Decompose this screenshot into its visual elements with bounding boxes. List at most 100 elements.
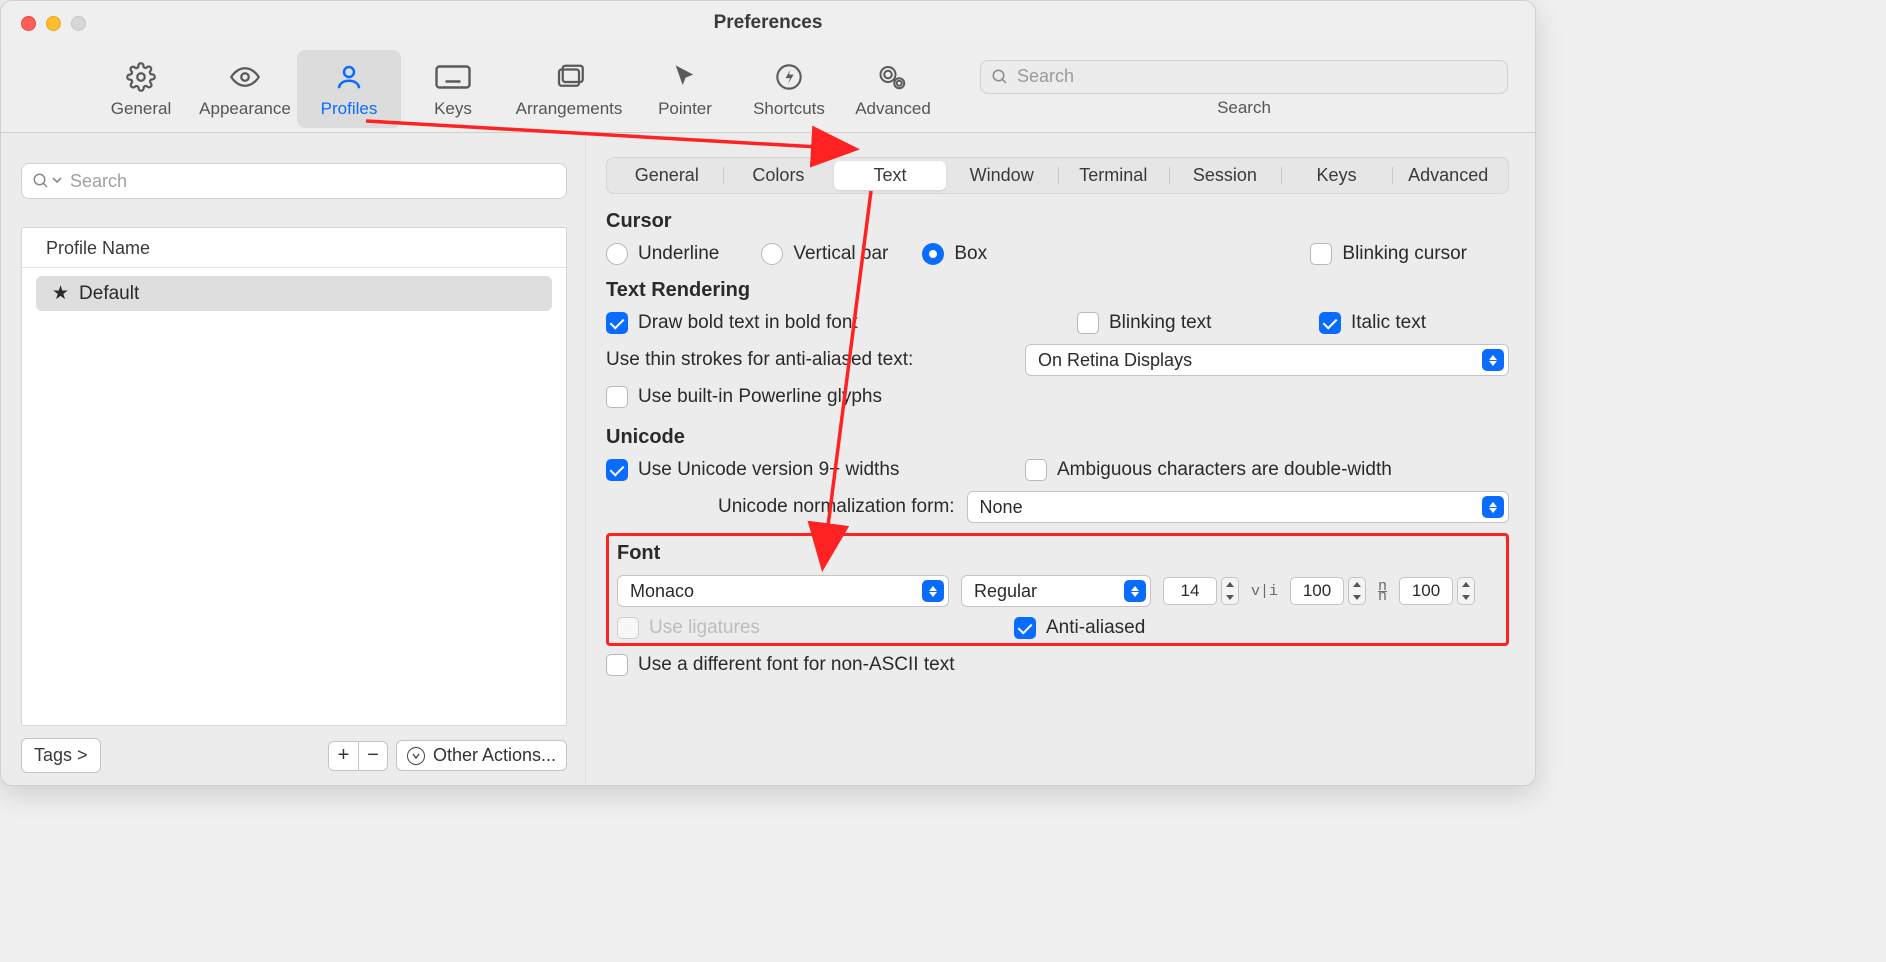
toolbar-appearance-label: Appearance [199,99,291,119]
toolbar-keys-label: Keys [434,99,472,119]
blinking-cursor-option[interactable]: Blinking cursor [1310,243,1467,265]
font-size-stepper[interactable] [1221,577,1239,605]
checkbox-anti-aliased[interactable] [1014,617,1036,639]
cursor-underline-option[interactable]: Underline [606,243,719,265]
eye-icon [228,59,262,95]
tab-terminal[interactable]: Terminal [1058,161,1170,190]
toolbar-pointer[interactable]: Pointer [633,50,737,128]
tab-advanced[interactable]: Advanced [1392,161,1504,190]
checkbox-blinking-cursor[interactable] [1310,243,1332,265]
profile-search-field[interactable] [21,163,567,199]
keyboard-icon [435,59,471,95]
label-blinking-text: Blinking text [1109,312,1211,334]
checkbox-non-ascii[interactable] [606,654,628,676]
tab-colors[interactable]: Colors [723,161,835,190]
label-non-ascii: Use a different font for non-ASCII text [638,654,954,676]
label-bold: Draw bold text in bold font [638,312,858,334]
anti-aliased-option[interactable]: Anti-aliased [1014,617,1498,639]
cursor-vertical-option[interactable]: Vertical bar [761,243,888,265]
checkbox-bold[interactable] [606,312,628,334]
section-cursor-title: Cursor [606,210,1509,233]
checkbox-italic[interactable] [1319,312,1341,334]
windows-icon [552,59,586,95]
toolbar-keys[interactable]: Keys [401,50,505,128]
radio-box[interactable] [922,243,944,265]
right-panel: General Colors Text Window Terminal Sess… [585,133,1535,785]
profile-row-default[interactable]: ★ Default [36,276,552,311]
blinking-text-option[interactable]: Blinking text [1077,312,1307,334]
checkbox-powerline[interactable] [606,386,628,408]
tags-button[interactable]: Tags > [21,738,101,773]
toolbar-advanced-label: Advanced [855,99,931,119]
font-size-input[interactable] [1163,577,1217,605]
tab-general[interactable]: General [611,161,723,190]
profile-list: Profile Name ★ Default [21,227,567,726]
toolbar: General Appearance Profiles Keys Arrange… [1,45,1535,133]
tab-session[interactable]: Session [1169,161,1281,190]
bold-font-option[interactable]: Draw bold text in bold font [606,312,858,334]
label-blinking-cursor: Blinking cursor [1342,243,1467,265]
profile-row-label: Default [79,283,139,305]
checkbox-ligatures[interactable] [617,617,639,639]
profile-search-input[interactable] [70,171,556,192]
toolbar-arrangements[interactable]: Arrangements [505,50,633,128]
toolbar-search-input[interactable] [1017,66,1497,87]
checkbox-unicode-v9[interactable] [606,459,628,481]
dropdown-caret-icon [52,172,62,190]
toolbar-general[interactable]: General [89,50,193,128]
toolbar-search-label: Search [1217,98,1271,118]
vspacing-stepper[interactable] [1457,577,1475,605]
norm-select[interactable]: None [967,491,1509,523]
powerline-option[interactable]: Use built-in Powerline glyphs [606,386,882,408]
norm-value: None [980,497,1023,518]
toolbar-pointer-label: Pointer [658,99,712,119]
toolbar-appearance[interactable]: Appearance [193,50,297,128]
toolbar-general-label: General [111,99,171,119]
tab-text[interactable]: Text [834,161,946,190]
vspacing-icon: nn [1378,582,1387,601]
checkbox-blinking-text[interactable] [1077,312,1099,334]
thin-strokes-select[interactable]: On Retina Displays [1025,344,1509,376]
other-actions-select[interactable]: Other Actions... [396,740,567,771]
label-anti-aliased: Anti-aliased [1046,617,1145,639]
unicode-v9-option[interactable]: Use Unicode version 9+ widths [606,459,899,481]
toolbar-shortcuts[interactable]: Shortcuts [737,50,841,128]
tab-window[interactable]: Window [946,161,1058,190]
vspacing-field[interactable] [1399,577,1475,605]
gears-icon [876,59,910,95]
font-weight-select[interactable]: Regular [961,575,1151,607]
profile-tabbar: General Colors Text Window Terminal Sess… [606,157,1509,194]
cursor-box-option[interactable]: Box [922,243,987,265]
section-font-title: Font [617,542,1498,565]
section-text-rendering-title: Text Rendering [606,279,1509,302]
toolbar-advanced[interactable]: Advanced [841,50,945,128]
ambiguous-option[interactable]: Ambiguous characters are double-width [1025,459,1509,481]
content: Profile Name ★ Default Tags > + − Othe [1,133,1535,785]
circle-menu-icon [407,747,425,765]
vspacing-input[interactable] [1399,577,1453,605]
hspacing-input[interactable] [1290,577,1344,605]
profile-list-header: Profile Name [22,228,566,268]
search-icon [991,68,1009,86]
radio-vertical[interactable] [761,243,783,265]
ligatures-option[interactable]: Use ligatures [617,617,760,639]
toolbar-arrangements-label: Arrangements [516,99,623,119]
tab-keys[interactable]: Keys [1281,161,1393,190]
left-panel: Profile Name ★ Default Tags > + − Othe [1,133,585,785]
font-family-select[interactable]: Monaco [617,575,949,607]
chevrons-icon [922,580,944,602]
italic-text-option[interactable]: Italic text [1319,312,1509,334]
toolbar-profiles[interactable]: Profiles [297,50,401,128]
label-unicode-v9: Use Unicode version 9+ widths [638,459,899,481]
hspacing-icon: v|i [1251,583,1278,600]
font-size-field[interactable] [1163,577,1239,605]
toolbar-search-field[interactable] [980,60,1508,94]
person-icon [334,59,364,95]
hspacing-field[interactable] [1290,577,1366,605]
add-profile-button[interactable]: + [328,741,358,771]
checkbox-ambiguous[interactable] [1025,459,1047,481]
radio-underline[interactable] [606,243,628,265]
non-ascii-font-option[interactable]: Use a different font for non-ASCII text [606,654,954,676]
remove-profile-button[interactable]: − [358,741,388,771]
hspacing-stepper[interactable] [1348,577,1366,605]
